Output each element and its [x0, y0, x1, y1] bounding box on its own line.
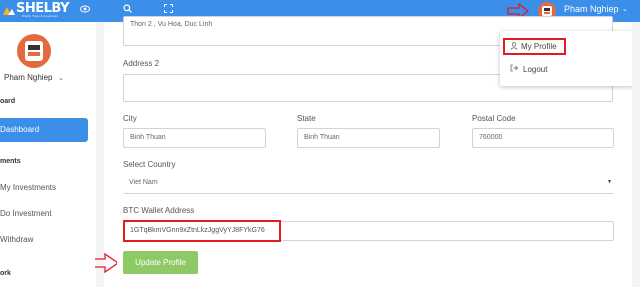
- brand-tagline: Shelby Trade & Investment: [22, 14, 59, 18]
- sidebar-avatar[interactable]: [17, 34, 51, 68]
- sidebar-section-network: ork: [0, 270, 11, 277]
- menu-item-logout[interactable]: Logout: [523, 65, 547, 74]
- sidebar-section-investments: ments: [0, 158, 21, 165]
- sidebar-item-do-investment[interactable]: Do Investment: [0, 209, 52, 218]
- postal-code-input[interactable]: 760000: [472, 128, 614, 148]
- postal-code-label: Postal Code: [472, 114, 516, 123]
- logo-mark-icon: [3, 7, 15, 15]
- sidebar-user-name[interactable]: Pham Nghiep: [4, 73, 52, 82]
- btc-wallet-label: BTC Wallet Address: [123, 206, 195, 215]
- sidebar: Pham Nghiep ⌄ oard Dashboard ments My In…: [0, 22, 96, 287]
- page-gutter: [632, 22, 640, 287]
- annotation-arrow-down-icon: [95, 252, 117, 274]
- sidebar-item-dashboard[interactable]: Dashboard: [0, 118, 88, 142]
- my-profile-highlight: [503, 38, 566, 55]
- topbar-user-name[interactable]: Pham Nghiep: [564, 4, 619, 14]
- sidebar-item-my-investments[interactable]: My Investments: [0, 183, 56, 192]
- country-label: Select Country: [123, 160, 176, 169]
- country-select-value: Viet Nam: [129, 179, 158, 186]
- logout-icon: [510, 64, 519, 74]
- sidebar-item-label: Dashboard: [0, 125, 40, 134]
- update-profile-button[interactable]: Update Profile: [123, 251, 198, 274]
- address2-label: Address 2: [123, 59, 160, 68]
- eye-icon[interactable]: [78, 4, 92, 18]
- chevron-down-icon[interactable]: ⌄: [58, 74, 64, 82]
- chevron-down-icon[interactable]: ⌄: [622, 5, 628, 13]
- city-label: City: [123, 114, 137, 123]
- select-caret-icon: ▼: [607, 179, 612, 185]
- sidebar-section-dashboard: oard: [0, 98, 16, 105]
- city-input[interactable]: Binh Thuan: [123, 128, 266, 148]
- btc-wallet-highlight: [123, 220, 281, 242]
- country-select[interactable]: Viet Nam ▼: [123, 174, 614, 194]
- state-input[interactable]: Binh Thuan: [297, 128, 440, 148]
- sidebar-item-withdraw[interactable]: Withdraw: [0, 235, 33, 244]
- state-label: State: [297, 114, 316, 123]
- brand-logo[interactable]: SHELBY Shelby Trade & Investment: [2, 1, 70, 21]
